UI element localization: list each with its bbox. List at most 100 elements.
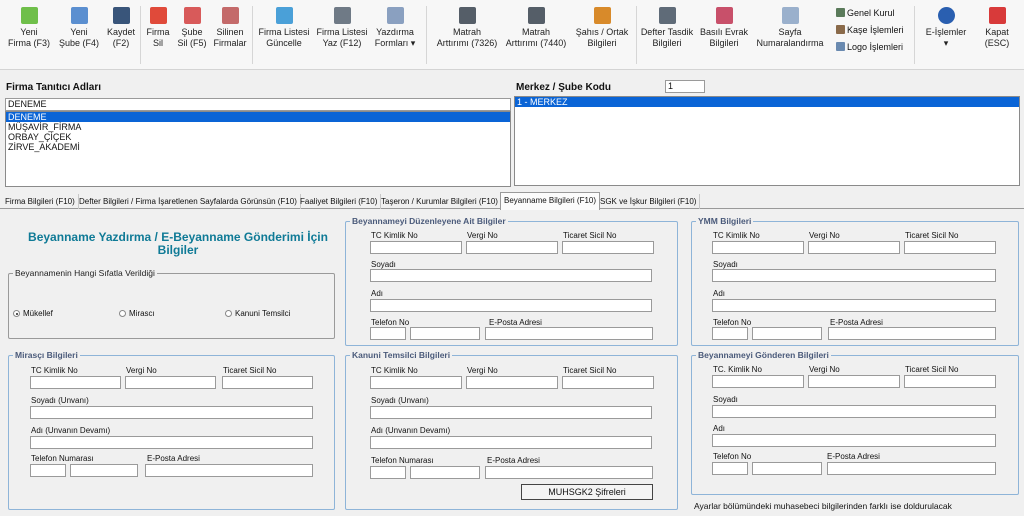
- soyadi-label: Soyadı (Unvanı): [31, 396, 89, 405]
- tab-sgk-iskur[interactable]: SGK ve İşkur Bilgileri (F10): [597, 194, 701, 209]
- adi-field[interactable]: [712, 434, 996, 447]
- soyadi-field[interactable]: [370, 269, 652, 282]
- tc-label: TC Kimlik No: [713, 231, 760, 240]
- telefon-label: Telefon Numarası: [371, 456, 434, 465]
- tab-firma-bilgileri[interactable]: Firma Bilgileri (F10): [2, 194, 79, 209]
- adi-field[interactable]: [370, 436, 652, 449]
- eposta-field[interactable]: [145, 464, 313, 477]
- telefon-field[interactable]: [752, 327, 822, 340]
- matrah-7326-button[interactable]: Matrah Arttırımı (7326): [434, 4, 500, 66]
- sahis-ortak-button[interactable]: Şahıs / Ortak Bilgileri: [572, 4, 632, 66]
- ticaret-field[interactable]: [904, 375, 996, 388]
- e-islemler-button[interactable]: E-İşlemler ▾: [920, 4, 972, 66]
- eposta-field[interactable]: [828, 327, 996, 340]
- cube-icon: [715, 7, 733, 24]
- radio-kanuni-temsilci[interactable]: Kanuni Temsilci: [225, 309, 290, 318]
- soyadi-label: Soyadı: [713, 260, 738, 269]
- soyadi-field[interactable]: [712, 405, 996, 418]
- list-item[interactable]: 1 - MERKEZ: [515, 97, 1019, 107]
- list-item[interactable]: MÜŞAVİR_FİRMA: [6, 122, 510, 132]
- telefon-kod-field[interactable]: [712, 462, 748, 475]
- firma-listesi-yaz-button[interactable]: Firma Listesi Yaz (F12): [315, 4, 369, 66]
- ymm-group: YMM Bilgileri TC Kimlik No Vergi No Tica…: [691, 216, 1019, 346]
- list-item[interactable]: ZİRVE_AKADEMİ: [6, 142, 510, 152]
- ticaret-field[interactable]: [562, 376, 654, 389]
- eposta-field[interactable]: [485, 327, 653, 340]
- defter-tasdik-button[interactable]: Defter Tasdik Bilgileri: [638, 4, 696, 66]
- tc-label: TC Kimlik No: [371, 366, 418, 375]
- tab-faaliyet-bilgileri[interactable]: Faaliyet Bilgileri (F10): [297, 194, 382, 209]
- basili-evrak-button[interactable]: Basılı Evrak Bilgileri: [698, 4, 750, 66]
- tc-field[interactable]: [370, 241, 462, 254]
- ticaret-field[interactable]: [904, 241, 996, 254]
- ticaret-field[interactable]: [562, 241, 654, 254]
- tc-field[interactable]: [370, 376, 462, 389]
- tc-field[interactable]: [30, 376, 121, 389]
- vergi-field[interactable]: [808, 375, 900, 388]
- gonderen-group: Beyannameyi Gönderen Bilgileri TC. Kimli…: [691, 350, 1019, 495]
- muhsgk2-sifreleri-button[interactable]: MUHSGK2 Şifreleri: [521, 484, 653, 500]
- tab-beyanname-bilgileri[interactable]: Beyanname Bilgileri (F10): [500, 192, 601, 210]
- sube-sil-button[interactable]: Şube Sil (F5): [175, 4, 209, 66]
- firma-search-input[interactable]: DENEME: [5, 98, 511, 111]
- telefon-field[interactable]: [752, 462, 822, 475]
- yeni-sube-button[interactable]: Yeni Şube (F4): [56, 4, 102, 66]
- soyadi-field[interactable]: [370, 406, 652, 419]
- eposta-label: E-Posta Adresi: [489, 318, 542, 327]
- telefon-label: Telefon No: [713, 318, 752, 327]
- telefon-kod-field[interactable]: [370, 466, 406, 479]
- logo-islemleri-button[interactable]: Logo İşlemleri: [836, 40, 903, 54]
- sayfa-numaralandirma-button[interactable]: Sayfa Numaralandırma: [752, 4, 828, 66]
- adi-field[interactable]: [370, 299, 652, 312]
- adi-field[interactable]: [712, 299, 996, 312]
- adi-label: Adı: [371, 289, 384, 298]
- firma-sil-button[interactable]: Firma Sil: [143, 4, 173, 66]
- silinen-firmalar-button[interactable]: Silinen Firmalar: [211, 4, 249, 66]
- ticaret-field[interactable]: [222, 376, 313, 389]
- telefon-kod-field[interactable]: [712, 327, 748, 340]
- firma-pane-title: Firma Tanıtıcı Adları: [6, 82, 102, 93]
- toolbar-separator: [636, 6, 637, 64]
- yeni-firma-button[interactable]: Yeni Firma (F3): [6, 4, 52, 66]
- sube-list[interactable]: 1 - MERKEZ: [514, 96, 1020, 186]
- vergi-field[interactable]: [808, 241, 900, 254]
- list-item[interactable]: DENEME: [6, 112, 510, 122]
- telefon-kod-field[interactable]: [30, 464, 66, 477]
- kase-islemleri-button[interactable]: Kaşe İşlemleri: [836, 23, 904, 37]
- kapat-button[interactable]: Kapat (ESC): [976, 4, 1018, 66]
- toolbar-separator: [426, 6, 427, 64]
- print-forms-icon: [386, 7, 404, 24]
- yazdirma-formlari-button[interactable]: Yazdırma Formları ▾: [371, 4, 419, 66]
- ledger-icon: [527, 7, 545, 24]
- tc-field[interactable]: [712, 375, 804, 388]
- radio-mukellef[interactable]: Mükellef: [13, 309, 53, 318]
- firma-list[interactable]: DENEME MÜŞAVİR_FİRMA ORBAY_ÇİÇEK ZİRVE_A…: [5, 111, 511, 187]
- toolbar-separator: [140, 6, 141, 64]
- vergi-field[interactable]: [466, 241, 558, 254]
- ymm-group-title: YMM Bilgileri: [696, 216, 754, 226]
- telefon-kod-field[interactable]: [370, 327, 406, 340]
- radio-mirasci[interactable]: Mirascı: [119, 309, 155, 318]
- soyadi-field[interactable]: [712, 269, 996, 282]
- sube-kodu-input[interactable]: 1: [665, 80, 705, 93]
- tc-field[interactable]: [712, 241, 804, 254]
- vergi-field[interactable]: [466, 376, 558, 389]
- telefon-label: Telefon No: [713, 452, 752, 461]
- matrah-7440-button[interactable]: Matrah Arttırımı (7440): [502, 4, 570, 66]
- kaydet-button[interactable]: Kaydet (F2): [104, 4, 138, 66]
- genel-kurul-button[interactable]: Genel Kurul: [836, 6, 895, 20]
- adi-field[interactable]: [30, 436, 313, 449]
- eposta-field[interactable]: [827, 462, 996, 475]
- sifat-group: Beyannamenin Hangi Sıfatla Verildiği Mük…: [8, 268, 335, 339]
- tab-defter-bilgileri[interactable]: Defter Bilgileri / Firma İşaretlenen Say…: [76, 194, 301, 209]
- telefon-label: Telefon No: [371, 318, 410, 327]
- telefon-field[interactable]: [410, 327, 480, 340]
- firma-listesi-guncelle-button[interactable]: Firma Listesi Güncelle: [255, 4, 313, 66]
- telefon-field[interactable]: [70, 464, 138, 477]
- vergi-field[interactable]: [125, 376, 216, 389]
- telefon-field[interactable]: [410, 466, 480, 479]
- tab-taseron-kurumlar[interactable]: Taşeron / Kurumlar Bilgileri (F10): [378, 194, 502, 209]
- eposta-field[interactable]: [485, 466, 653, 479]
- soyadi-field[interactable]: [30, 406, 313, 419]
- list-item[interactable]: ORBAY_ÇİÇEK: [6, 132, 510, 142]
